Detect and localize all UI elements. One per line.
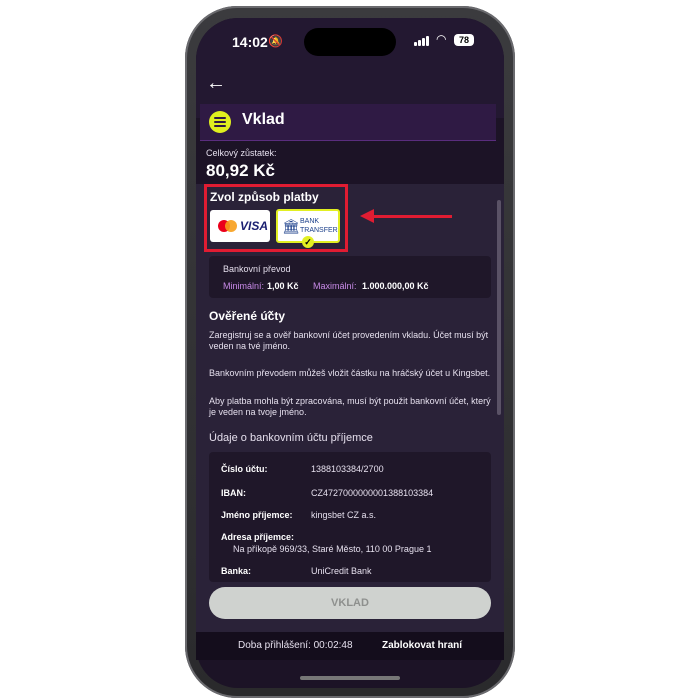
method-info-panel: Bankovní převod Minimální: 1,00 Kč Maxim… xyxy=(209,256,491,298)
payment-method-title: Zvol způsob platby xyxy=(210,190,319,204)
iban-label: IBAN: xyxy=(221,488,246,498)
signal-icon xyxy=(414,36,432,46)
page-title: Vklad xyxy=(242,111,285,128)
min-value: 1,00 Kč xyxy=(267,281,299,291)
title-bar: Vklad xyxy=(200,104,496,141)
arrow-left-icon[interactable]: ← xyxy=(206,72,226,95)
recipient-name-label: Jméno příjemce: xyxy=(221,510,293,520)
dynamic-island xyxy=(304,28,396,56)
verified-paragraph-3: Aby platba mohla být zpracována, musí bý… xyxy=(209,396,491,417)
verified-paragraph-1: Zaregistruj se a ověř bankovní účet prov… xyxy=(209,330,489,351)
check-icon: ✓ xyxy=(302,236,314,248)
method-name: Bankovní převod xyxy=(223,264,291,274)
bank-transfer-label: BANK TRANSFER xyxy=(300,217,338,235)
home-indicator[interactable] xyxy=(300,676,400,680)
recipient-address-value: Na příkopě 969/33, Staré Město, 110 00 P… xyxy=(233,544,432,554)
block-gaming-link[interactable]: Zablokovat hraní xyxy=(382,640,462,651)
annotation-arrow-line xyxy=(372,215,452,218)
status-bar: 14:02 🔕 ◠ 78 xyxy=(196,18,504,64)
visa-label: VISA xyxy=(240,219,269,233)
scrollbar[interactable] xyxy=(497,200,501,415)
iban-value: CZ4727000000001388103384 xyxy=(311,488,434,498)
bank-icon: 🏛 xyxy=(282,218,300,234)
account-number-value: 1388103384/2700 xyxy=(311,464,384,474)
bank-transfer-line1: BANK xyxy=(300,218,320,225)
battery-indicator: 78 xyxy=(454,34,474,46)
bank-label: Banka: xyxy=(221,566,252,576)
recipient-panel: Číslo účtu: 1388103384/2700 IBAN: CZ4727… xyxy=(209,452,491,582)
bell-slash-icon: 🔕 xyxy=(268,34,283,48)
min-label: Minimální: xyxy=(223,281,265,291)
bank-transfer-line2: TRANSFER xyxy=(300,227,338,234)
annotation-arrow-head xyxy=(360,209,374,223)
max-label: Maximální: xyxy=(313,281,357,291)
hamburger-menu-icon[interactable] xyxy=(209,111,231,133)
wifi-icon: ◠ xyxy=(436,32,447,46)
card-payment-option[interactable]: VISA xyxy=(210,210,270,242)
recipient-address-label: Adresa příjemce: xyxy=(221,532,295,542)
login-time: Doba přihlášení: 00:02:48 xyxy=(238,640,353,651)
account-number-label: Číslo účtu: xyxy=(221,464,268,474)
deposit-button[interactable]: VKLAD xyxy=(209,587,491,619)
mastercard-icon xyxy=(218,220,238,232)
recipient-title: Údaje o bankovním účtu příjemce xyxy=(209,432,373,444)
balance-value: 80,92 Kč xyxy=(206,161,275,180)
chevron-up-icon[interactable]: ⌃ xyxy=(265,309,274,322)
verified-paragraph-2: Bankovním převodem můžeš vložit částku n… xyxy=(209,368,491,378)
max-value: 1.000.000,00 Kč xyxy=(362,281,429,291)
status-time: 14:02 xyxy=(232,34,268,50)
balance-label: Celkový zůstatek: xyxy=(206,148,277,158)
recipient-name-value: kingsbet CZ a.s. xyxy=(311,510,377,520)
bank-value: UniCredit Bank xyxy=(311,566,372,576)
balance-panel: Celkový zůstatek: 80,92 Kč xyxy=(196,142,504,186)
